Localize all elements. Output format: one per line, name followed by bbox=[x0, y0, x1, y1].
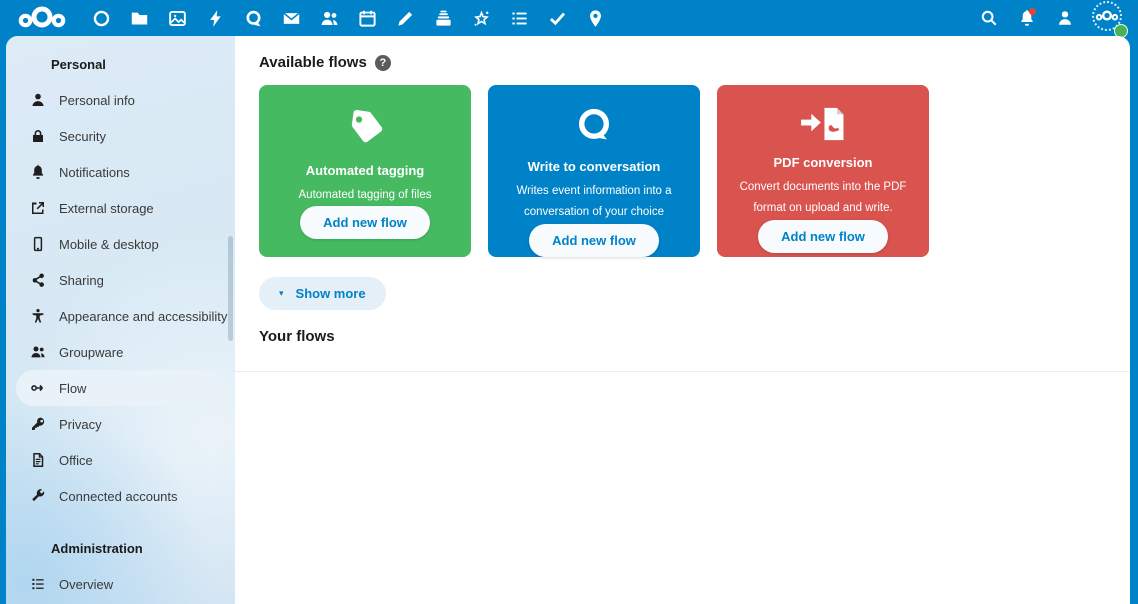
tasks-list-icon[interactable] bbox=[500, 0, 538, 36]
contacts-people-icon[interactable] bbox=[310, 0, 348, 36]
add-new-flow-button[interactable]: Add new flow bbox=[529, 224, 659, 257]
key-icon bbox=[30, 416, 46, 432]
user-icon bbox=[30, 92, 46, 108]
sidebar-item-appearance-accessibility[interactable]: Appearance and accessibility bbox=[16, 298, 225, 334]
sidebar-item-security[interactable]: Security bbox=[16, 118, 225, 154]
sidebar-item-label: Privacy bbox=[59, 417, 102, 432]
sidebar-item-label: External storage bbox=[59, 201, 154, 216]
add-new-flow-button[interactable]: Add new flow bbox=[300, 206, 430, 239]
sidebar-item-external-storage[interactable]: External storage bbox=[16, 190, 225, 226]
settings-sidebar: Personal Personal info Security Notifica… bbox=[6, 36, 235, 604]
sidebar-item-label: Sharing bbox=[59, 273, 104, 288]
sidebar-item-personal-info[interactable]: Personal info bbox=[16, 82, 225, 118]
sidebar-item-label: Groupware bbox=[59, 345, 123, 360]
show-more-button[interactable]: ▾ Show more bbox=[259, 277, 386, 310]
mail-envelope-icon[interactable] bbox=[272, 0, 310, 36]
lock-icon bbox=[30, 128, 46, 144]
sidebar-item-groupware[interactable]: Groupware bbox=[16, 334, 225, 370]
talk-bubble-icon bbox=[573, 105, 615, 147]
available-flows-cards: Automated tagging Automated tagging of f… bbox=[259, 85, 1106, 257]
activity-lightning-icon[interactable] bbox=[196, 0, 234, 36]
sidebar-scrollbar[interactable] bbox=[228, 236, 233, 341]
calendar-icon[interactable] bbox=[348, 0, 386, 36]
sidebar-item-label: Office bbox=[59, 453, 93, 468]
flow-card-write-to-conversation: Write to conversation Writes event infor… bbox=[488, 85, 700, 257]
sidebar-item-label: Mobile & desktop bbox=[59, 237, 159, 252]
notifications-bell-icon[interactable] bbox=[1008, 0, 1046, 36]
talk-bubble-icon[interactable] bbox=[234, 0, 272, 36]
share-icon bbox=[30, 272, 46, 288]
notes-pencil-icon[interactable] bbox=[386, 0, 424, 36]
header-right-group bbox=[970, 0, 1128, 36]
sidebar-item-connected-accounts[interactable]: Connected accounts bbox=[16, 478, 225, 514]
document-icon bbox=[30, 452, 46, 468]
sidebar-item-label: Appearance and accessibility bbox=[59, 309, 227, 324]
flow-icon bbox=[30, 380, 46, 396]
tag-icon bbox=[343, 105, 387, 151]
top-header-bar bbox=[0, 0, 1138, 36]
flow-card-pdf-conversion: PDF conversion Convert documents into th… bbox=[717, 85, 929, 257]
sidebar-item-label: Personal info bbox=[59, 93, 135, 108]
sidebar-item-office[interactable]: Office bbox=[16, 442, 225, 478]
available-flows-heading-row: Available flows ? bbox=[259, 54, 1106, 71]
maps-pin-icon[interactable] bbox=[576, 0, 614, 36]
add-new-flow-button[interactable]: Add new flow bbox=[758, 220, 888, 253]
pdf-conversion-icon bbox=[798, 105, 848, 143]
user-avatar[interactable] bbox=[1092, 1, 1126, 35]
sidebar-item-flow[interactable]: Flow bbox=[16, 370, 225, 406]
card-title: Write to conversation bbox=[528, 159, 661, 174]
show-more-label: Show more bbox=[296, 286, 366, 301]
flow-card-automated-tagging: Automated tagging Automated tagging of f… bbox=[259, 85, 471, 257]
sidebar-section-administration: Administration bbox=[6, 530, 235, 566]
sidebar-item-notifications[interactable]: Notifications bbox=[16, 154, 225, 190]
checkmark-icon[interactable] bbox=[538, 0, 576, 36]
sidebar-item-label: Connected accounts bbox=[59, 489, 178, 504]
card-title: PDF conversion bbox=[774, 155, 873, 170]
sidebar-item-overview[interactable]: Overview bbox=[16, 566, 225, 602]
sidebar-section-personal: Personal bbox=[6, 46, 235, 82]
sidebar-item-sharing[interactable]: Sharing bbox=[16, 262, 225, 298]
sidebar-item-mobile-desktop[interactable]: Mobile & desktop bbox=[16, 226, 225, 262]
card-title: Automated tagging bbox=[306, 163, 424, 178]
content-shell: Personal Personal info Security Notifica… bbox=[6, 36, 1130, 604]
sidebar-item-privacy[interactable]: Privacy bbox=[16, 406, 225, 442]
card-description: Convert documents into the PDF format on… bbox=[729, 177, 917, 220]
mobile-icon bbox=[30, 236, 46, 252]
overview-list-icon bbox=[30, 576, 46, 592]
flow-settings-main: Available flows ? Automated tagging Auto… bbox=[235, 36, 1130, 604]
wrench-icon bbox=[30, 488, 46, 504]
app-icon-bar bbox=[82, 0, 614, 36]
sidebar-item-label: Flow bbox=[59, 381, 86, 396]
notification-badge-dot bbox=[1029, 8, 1036, 15]
files-folder-icon[interactable] bbox=[120, 0, 158, 36]
chevron-down-icon: ▾ bbox=[279, 288, 284, 299]
help-icon[interactable]: ? bbox=[375, 55, 391, 71]
section-divider bbox=[235, 371, 1130, 372]
photos-icon[interactable] bbox=[158, 0, 196, 36]
card-description: Automated tagging of files bbox=[295, 185, 436, 206]
your-flows-title: Your flows bbox=[259, 328, 1106, 345]
groupware-icon bbox=[30, 344, 46, 360]
nextcloud-logo[interactable] bbox=[16, 5, 68, 31]
external-link-icon bbox=[30, 200, 46, 216]
card-description: Writes event information into a conversa… bbox=[500, 181, 688, 224]
sidebar-item-label: Security bbox=[59, 129, 106, 144]
contacts-menu-icon[interactable] bbox=[1046, 0, 1084, 36]
deck-stack-icon[interactable] bbox=[424, 0, 462, 36]
dashboard-icon[interactable] bbox=[82, 0, 120, 36]
available-flows-title: Available flows bbox=[259, 54, 367, 71]
search-icon[interactable] bbox=[970, 0, 1008, 36]
sidebar-item-label: Overview bbox=[59, 577, 113, 592]
bell-icon bbox=[30, 164, 46, 180]
sparkle-star-icon[interactable] bbox=[462, 0, 500, 36]
sidebar-item-label: Notifications bbox=[59, 165, 130, 180]
accessibility-icon bbox=[30, 308, 46, 324]
